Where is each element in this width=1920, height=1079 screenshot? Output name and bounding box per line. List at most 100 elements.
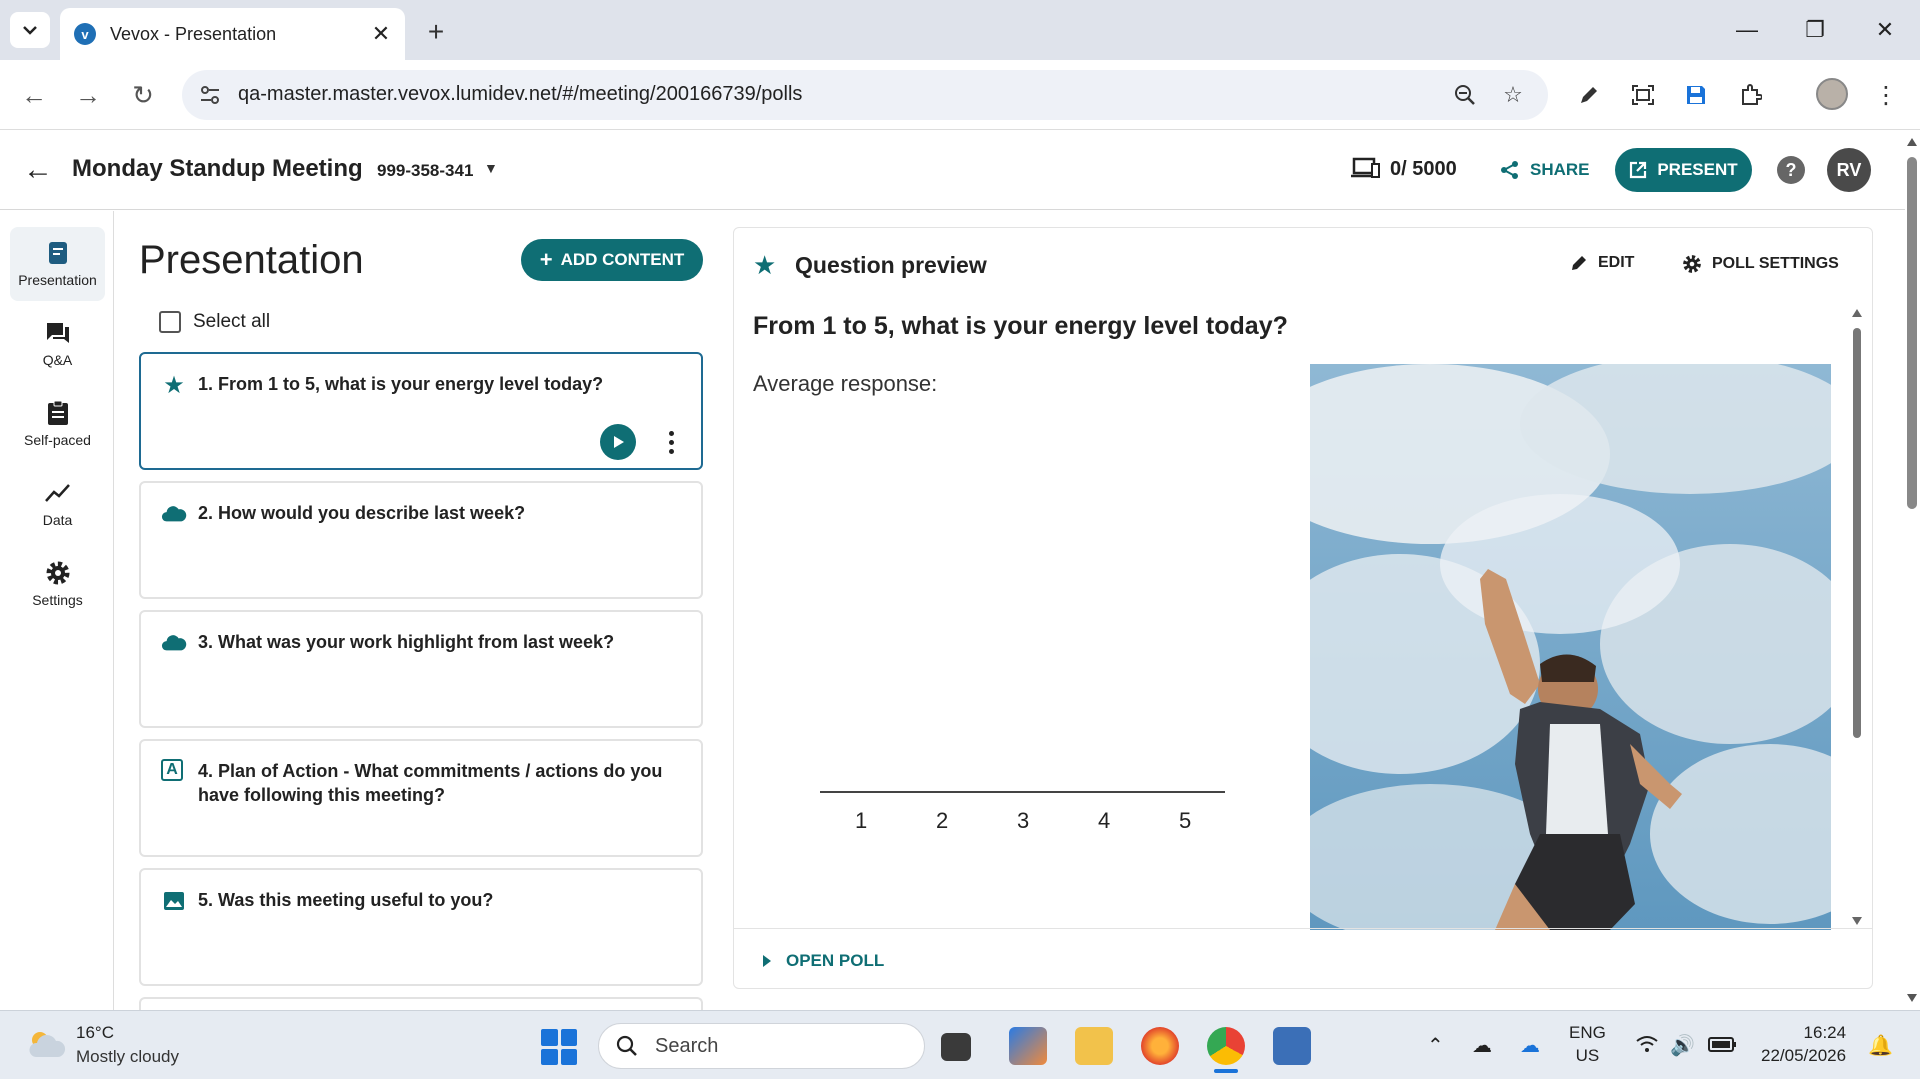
save-icon[interactable]	[1678, 77, 1714, 113]
select-all-checkbox[interactable]	[159, 311, 181, 333]
poll-card-3[interactable]: 3. What was your work highlight from las…	[139, 610, 703, 728]
play-button[interactable]	[600, 424, 636, 460]
open-poll-button[interactable]: OPEN POLL	[762, 951, 884, 971]
browser-menu-icon[interactable]: ⋮	[1868, 77, 1904, 113]
more-options-icon[interactable]	[661, 424, 681, 460]
scroll-down-arrow-icon[interactable]	[1906, 993, 1918, 1003]
firefox-icon[interactable]	[1141, 1027, 1179, 1065]
taskbar-search[interactable]: Search	[598, 1023, 925, 1069]
zoom-icon[interactable]	[1450, 80, 1480, 110]
restore-button[interactable]: ❐	[1790, 10, 1840, 50]
task-view-icon[interactable]	[941, 1033, 971, 1061]
screenshot-icon[interactable]	[1625, 77, 1661, 113]
nav-item-presentation[interactable]: Presentation	[10, 227, 105, 301]
scale-tick-label: 4	[1098, 808, 1111, 833]
weather-temp: 16°C	[76, 1023, 114, 1042]
chrome-icon[interactable]	[1207, 1027, 1245, 1065]
file-explorer-icon[interactable]	[1075, 1027, 1113, 1065]
select-all[interactable]: Select all	[159, 311, 270, 333]
clipboard-icon	[47, 400, 69, 426]
preview-footer: OPEN POLL	[734, 928, 1872, 988]
browser-profile-avatar[interactable]	[1816, 78, 1848, 110]
extensions-icon[interactable]	[1733, 77, 1769, 113]
snagit-app-icon[interactable]	[1273, 1027, 1311, 1065]
poll-card-6-partial[interactable]	[139, 997, 703, 1010]
scale-tick-label: 2	[936, 808, 949, 833]
weather-desc: Mostly cloudy	[76, 1047, 179, 1066]
question-preview-panel: ★ Question preview EDIT POLL SETTINGS Fr…	[733, 227, 1873, 989]
tab-close-icon[interactable]: ✕	[367, 20, 395, 48]
poll-title: 2. How would you describe last week?	[198, 503, 526, 523]
forward-button[interactable]: →	[66, 73, 110, 117]
play-icon	[614, 436, 624, 448]
select-all-label: Select all	[193, 311, 271, 332]
meeting-id[interactable]: 999-358-341	[377, 161, 473, 181]
text-a-icon: A	[161, 759, 183, 781]
average-response-label: Average response:	[753, 371, 938, 396]
preview-scrollbar-thumb[interactable]	[1853, 328, 1861, 738]
share-label: SHARE	[1530, 160, 1590, 179]
cloud-sync-icon[interactable]: ☁	[1520, 1033, 1540, 1058]
poll-card-1[interactable]: ★ 1. From 1 to 5, what is your energy le…	[139, 352, 703, 470]
participants-count: 0/ 5000	[1390, 158, 1457, 180]
bookmark-star-icon[interactable]: ☆	[1498, 80, 1528, 110]
tab-search-button[interactable]	[10, 12, 50, 48]
nav-item-qa[interactable]: Q&A	[10, 307, 105, 381]
devices-icon	[1351, 157, 1380, 178]
volume-icon[interactable]: 🔊	[1670, 1033, 1695, 1058]
copilot-app-icon[interactable]	[1009, 1027, 1047, 1065]
reload-button[interactable]: ↻	[121, 73, 165, 117]
present-button[interactable]: PRESENT	[1615, 148, 1752, 192]
site-info-icon[interactable]	[196, 81, 224, 109]
notification-icon[interactable]: 🔔	[1868, 1033, 1893, 1058]
address-bar[interactable]: qa-master.master.vevox.lumidev.net/#/mee…	[182, 70, 1548, 120]
poll-settings-button[interactable]: POLL SETTINGS	[1682, 254, 1839, 274]
help-icon[interactable]: ?	[1777, 156, 1805, 184]
add-content-button[interactable]: + ADD CONTENT	[521, 239, 703, 281]
scale-tick-label: 1	[855, 808, 868, 833]
cloudy-weather-icon[interactable]	[28, 1029, 66, 1059]
poll-card-4[interactable]: A 4. Plan of Action - What commitments /…	[139, 739, 703, 857]
minimize-button[interactable]: —	[1722, 10, 1772, 50]
browser-tab-active[interactable]: v Vevox - Presentation ✕	[60, 8, 405, 60]
page-scrollbar[interactable]	[1903, 133, 1920, 1008]
scroll-down-arrow-icon[interactable]	[1851, 916, 1863, 926]
nav-label: Data	[42, 512, 73, 528]
presentation-icon	[47, 240, 69, 266]
pen-icon[interactable]	[1571, 77, 1607, 113]
poll-title: 1. From 1 to 5, what is your energy leve…	[198, 374, 604, 394]
nav-item-settings[interactable]: Settings	[10, 547, 105, 621]
nav-item-data[interactable]: Data	[10, 467, 105, 541]
wifi-icon[interactable]	[1636, 1035, 1658, 1053]
poll-settings-label: POLL SETTINGS	[1712, 255, 1839, 272]
date: 22/05/2026	[1761, 1046, 1847, 1065]
chevron-up-icon[interactable]: ⌃	[1427, 1033, 1444, 1058]
cloud-icon	[161, 630, 187, 656]
page-scrollbar-thumb[interactable]	[1907, 157, 1917, 509]
poll-card-2[interactable]: 2. How would you describe last week?	[139, 481, 703, 599]
search-icon	[616, 1035, 637, 1056]
battery-icon[interactable]	[1708, 1035, 1738, 1053]
close-window-button[interactable]: ✕	[1860, 10, 1910, 50]
scale-axis-line	[820, 791, 1225, 793]
scroll-up-arrow-icon[interactable]	[1851, 308, 1863, 318]
back-button[interactable]: ←	[12, 73, 56, 117]
new-tab-button[interactable]: +	[418, 14, 454, 50]
preview-scrollbar[interactable]	[1850, 308, 1864, 928]
cloud-icon	[161, 501, 187, 527]
edit-button[interactable]: EDIT	[1570, 254, 1634, 272]
caret-down-icon[interactable]: ▼	[484, 160, 498, 176]
share-button[interactable]: SHARE	[1500, 152, 1590, 188]
language-indicator[interactable]: ENG US	[1569, 1021, 1606, 1067]
user-avatar[interactable]: RV	[1827, 148, 1871, 192]
clock[interactable]: 16:24 22/05/2026	[1761, 1021, 1846, 1067]
chat-icon	[45, 320, 71, 346]
windows-start-icon[interactable]	[541, 1029, 577, 1065]
nav-item-self-paced[interactable]: Self-paced	[10, 387, 105, 461]
scroll-up-arrow-icon[interactable]	[1906, 137, 1918, 147]
onedrive-icon[interactable]: ☁	[1472, 1033, 1492, 1058]
meeting-title: Monday Standup Meeting	[72, 155, 363, 182]
back-arrow-icon[interactable]: ←	[18, 150, 58, 190]
poll-card-5[interactable]: 5. Was this meeting useful to you?	[139, 868, 703, 986]
star-icon: ★	[753, 250, 777, 280]
